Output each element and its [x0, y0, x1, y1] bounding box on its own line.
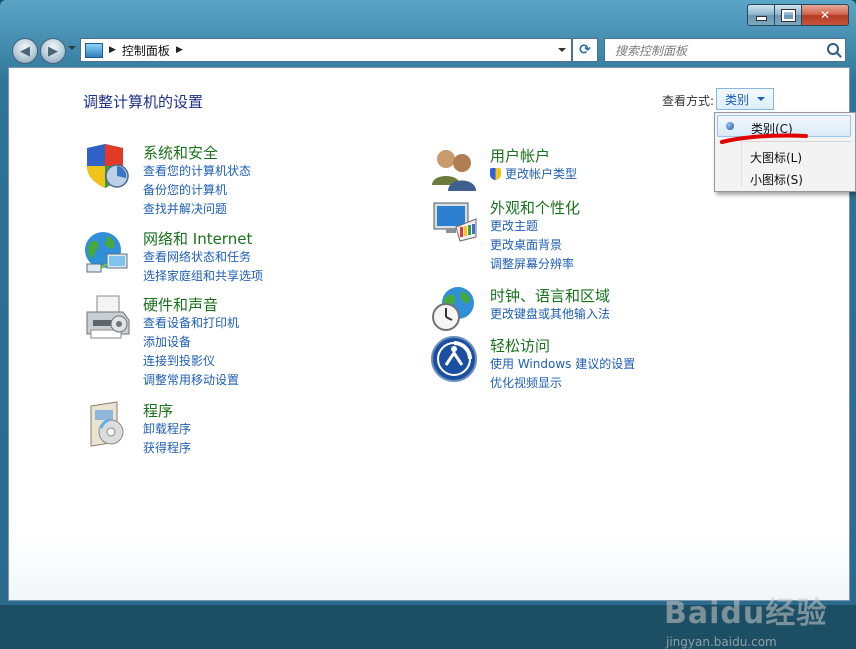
category-title[interactable]: 轻松访问: [490, 335, 550, 356]
window: ✕ ◀ ▶ ▶ 控制面板 ▶ ⟳ 调整计算机的设置 查看方式: 类别: [0, 0, 856, 649]
maximize-icon: [780, 8, 796, 22]
baidu-watermark: Baidu经验: [664, 596, 828, 631]
link-change-theme[interactable]: 更改主题: [490, 217, 574, 236]
control-panel-icon: [85, 42, 103, 58]
ease-of-access-icon[interactable]: [430, 335, 478, 383]
link-label: 更改帐户类型: [505, 167, 578, 181]
shield-icon[interactable]: [83, 142, 131, 190]
minimize-button[interactable]: [747, 4, 775, 26]
link-backup-computer[interactable]: 备份您的计算机: [143, 181, 251, 200]
category-title[interactable]: 外观和个性化: [490, 197, 580, 218]
minimize-icon: [755, 16, 767, 21]
link-mobility-settings[interactable]: 调整常用移动设置: [143, 371, 239, 390]
chevron-right-icon[interactable]: ▶: [176, 45, 183, 55]
category-title[interactable]: 系统和安全: [143, 142, 218, 163]
view-by-dropdown[interactable]: 类别: [716, 88, 774, 110]
close-button[interactable]: ✕: [802, 4, 849, 26]
view-by-label: 查看方式:: [662, 94, 715, 108]
link-get-programs[interactable]: 获得程序: [143, 439, 191, 458]
category-title[interactable]: 程序: [143, 400, 173, 421]
chevron-right-icon[interactable]: ▶: [109, 45, 116, 55]
address-dropdown-button[interactable]: [558, 48, 566, 52]
programs-icon[interactable]: [83, 400, 131, 448]
printer-icon[interactable]: [83, 294, 131, 342]
view-by-menu: 类别(C) 大图标(L) 小图标(S): [714, 112, 856, 192]
link-windows-suggested-settings[interactable]: 使用 Windows 建议的设置: [490, 355, 635, 374]
link-change-desktop-background[interactable]: 更改桌面背景: [490, 236, 574, 255]
arrow-left-icon: ◀: [20, 43, 30, 59]
arrow-right-icon: ▶: [48, 43, 58, 59]
chevron-down-icon: [757, 97, 766, 101]
back-button[interactable]: ◀: [12, 38, 38, 64]
link-change-keyboard-input[interactable]: 更改键盘或其他输入法: [490, 305, 610, 324]
uac-shield-icon: [490, 168, 501, 180]
menu-item-small-icons[interactable]: 小图标(S): [717, 167, 851, 189]
link-optimize-visual-display[interactable]: 优化视频显示: [490, 374, 635, 393]
clock-globe-icon[interactable]: [430, 285, 478, 333]
link-view-network-status[interactable]: 查看网络状态和任务: [143, 248, 263, 267]
watermark-url: jingyan.baidu.com: [666, 635, 777, 649]
close-icon: ✕: [819, 8, 831, 22]
menu-item-large-icons[interactable]: 大图标(L): [717, 145, 851, 167]
globe-network-icon[interactable]: [83, 228, 131, 276]
link-adjust-resolution[interactable]: 调整屏幕分辨率: [490, 255, 574, 274]
category-title[interactable]: 用户帐户: [490, 145, 550, 166]
link-uninstall-program[interactable]: 卸载程序: [143, 420, 191, 439]
link-connect-projector[interactable]: 连接到投影仪: [143, 352, 239, 371]
link-homegroup-sharing[interactable]: 选择家庭组和共享选项: [143, 267, 263, 286]
caption-buttons: ✕: [747, 4, 849, 26]
link-add-device[interactable]: 添加设备: [143, 333, 239, 352]
search-icon[interactable]: [827, 43, 839, 55]
search-box[interactable]: [604, 38, 846, 62]
forward-button[interactable]: ▶: [40, 38, 66, 64]
refresh-button[interactable]: ⟳: [572, 38, 598, 62]
display-palette-icon[interactable]: [430, 197, 478, 245]
menu-item-label: 大图标(L): [750, 151, 803, 165]
page-title: 调整计算机的设置: [83, 93, 204, 111]
search-input[interactable]: [613, 42, 817, 60]
red-annotation-stroke: [720, 133, 808, 144]
category-title[interactable]: 硬件和声音: [143, 294, 218, 315]
address-bar[interactable]: ▶ 控制面板 ▶: [80, 38, 572, 62]
refresh-icon: ⟳: [579, 42, 591, 58]
category-title[interactable]: 网络和 Internet: [143, 228, 252, 249]
users-icon[interactable]: [430, 145, 478, 193]
category-title[interactable]: 时钟、语言和区域: [490, 285, 610, 306]
link-view-computer-status[interactable]: 查看您的计算机状态: [143, 162, 251, 181]
menu-item-label: 小图标(S): [750, 173, 803, 187]
link-find-fix-problems[interactable]: 查找并解决问题: [143, 200, 251, 219]
maximize-button[interactable]: [775, 4, 802, 26]
view-by-value: 类别: [725, 92, 750, 107]
link-change-account-type[interactable]: 更改帐户类型: [490, 165, 577, 184]
recent-pages-dropdown[interactable]: [68, 46, 76, 50]
breadcrumb-control-panel[interactable]: 控制面板: [122, 42, 170, 59]
link-devices-printers[interactable]: 查看设备和打印机: [143, 314, 239, 333]
